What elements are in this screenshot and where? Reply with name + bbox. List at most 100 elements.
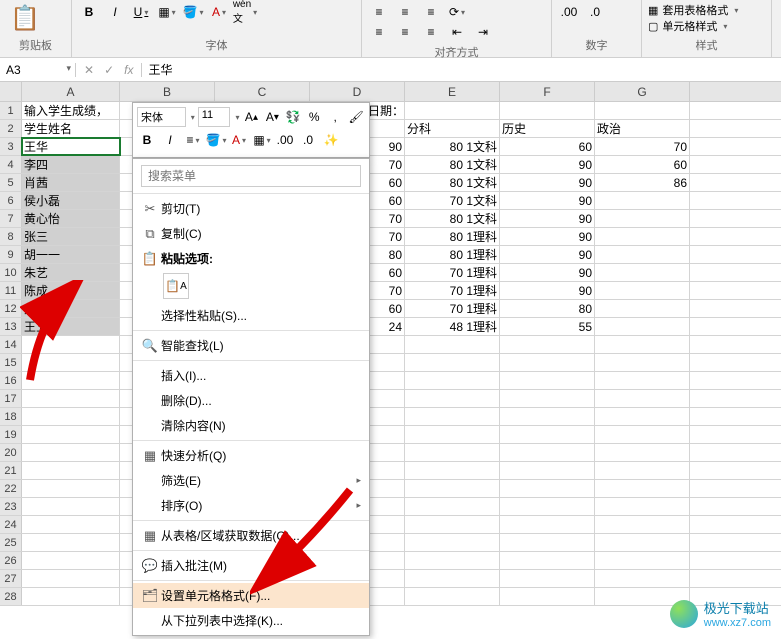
cell[interactable] [500, 552, 595, 569]
row-header[interactable]: 15 [0, 354, 22, 371]
cell[interactable]: 70 [595, 138, 690, 155]
row-header[interactable]: 1 [0, 102, 22, 119]
menu-filter[interactable]: 筛选(E)▸ [133, 468, 369, 493]
cell[interactable] [595, 336, 690, 353]
cell[interactable] [595, 516, 690, 533]
phonetic-button[interactable]: wén 文▾ [234, 2, 256, 22]
cell[interactable]: 陈成 [22, 282, 120, 299]
row-header[interactable]: 13 [0, 318, 22, 335]
cell[interactable] [22, 390, 120, 407]
cell[interactable] [405, 462, 500, 479]
cell[interactable] [22, 426, 120, 443]
cell[interactable] [22, 372, 120, 389]
row-header[interactable]: 19 [0, 426, 22, 443]
align-middle-button[interactable]: ≡ [394, 2, 416, 22]
cell[interactable] [595, 534, 690, 551]
cell[interactable] [500, 444, 595, 461]
cell[interactable] [22, 336, 120, 353]
cell[interactable] [500, 408, 595, 425]
cell[interactable] [500, 462, 595, 479]
underline-button[interactable]: U▾ [130, 2, 152, 22]
cell[interactable]: 80 1文科 [405, 138, 500, 155]
cell[interactable] [595, 462, 690, 479]
menu-cut[interactable]: ✂剪切(T) [133, 196, 369, 221]
cell[interactable]: 黄心怡 [22, 210, 120, 227]
cell[interactable] [595, 498, 690, 515]
cell[interactable]: 80 1理科 [405, 228, 500, 245]
cell[interactable] [595, 372, 690, 389]
mini-italic-button[interactable]: I [160, 130, 180, 150]
mini-decimal-dec-button[interactable]: .00 [275, 130, 295, 150]
row-header[interactable]: 5 [0, 174, 22, 191]
cell[interactable] [595, 210, 690, 227]
cell[interactable] [405, 534, 500, 551]
row-header[interactable]: 9 [0, 246, 22, 263]
decimal-decrease-button[interactable]: .00 [558, 2, 580, 22]
cell[interactable]: 48 1理科 [405, 318, 500, 335]
bold-button[interactable]: B [78, 2, 100, 22]
cell[interactable] [22, 354, 120, 371]
cell[interactable]: 王五 [22, 318, 120, 335]
cell[interactable] [595, 102, 690, 119]
cell[interactable] [500, 372, 595, 389]
row-header[interactable]: 4 [0, 156, 22, 173]
cell[interactable]: 70 1理科 [405, 282, 500, 299]
row-header[interactable]: 18 [0, 408, 22, 425]
cell[interactable] [595, 246, 690, 263]
cell[interactable] [595, 480, 690, 497]
paste-option-default[interactable]: 📋A [163, 273, 189, 299]
cell[interactable] [595, 282, 690, 299]
row-header[interactable]: 14 [0, 336, 22, 353]
formula-input[interactable]: 王华 [142, 61, 781, 78]
menu-copy[interactable]: ⧉复制(C) [133, 221, 369, 246]
cell[interactable]: 70 1文科 [405, 192, 500, 209]
paste-button[interactable]: 📋 [6, 2, 44, 35]
cell[interactable]: 侯小磊 [22, 192, 120, 209]
cell[interactable] [500, 570, 595, 587]
cell[interactable] [500, 534, 595, 551]
cell[interactable]: 历史 [500, 120, 595, 137]
cell[interactable] [595, 570, 690, 587]
cell[interactable] [500, 588, 595, 605]
row-header[interactable]: 16 [0, 372, 22, 389]
menu-format-cells[interactable]: 🗂设置单元格格式(F)... [133, 583, 369, 608]
cell[interactable] [405, 336, 500, 353]
col-header-D[interactable]: D [310, 82, 405, 101]
cell[interactable]: 政治 [595, 120, 690, 137]
mini-styles-button[interactable]: ✨ [321, 130, 341, 150]
row-header[interactable]: 23 [0, 498, 22, 515]
cell[interactable]: 输入学生成绩， [22, 102, 120, 119]
cell[interactable] [405, 552, 500, 569]
cell[interactable] [595, 228, 690, 245]
menu-insert[interactable]: 插入(I)... [133, 363, 369, 388]
cell[interactable]: 李四 [22, 156, 120, 173]
cell[interactable] [405, 390, 500, 407]
cell[interactable] [405, 570, 500, 587]
mini-font-color-button[interactable]: A▾ [229, 130, 249, 150]
cell[interactable] [22, 408, 120, 425]
row-header[interactable]: 25 [0, 534, 22, 551]
cell[interactable] [595, 192, 690, 209]
cell[interactable]: 90 [500, 282, 595, 299]
cell[interactable] [595, 318, 690, 335]
align-bottom-button[interactable]: ≡ [420, 2, 442, 22]
mini-bold-button[interactable]: B [137, 130, 157, 150]
select-all-corner[interactable] [0, 82, 22, 101]
row-header[interactable]: 8 [0, 228, 22, 245]
cell[interactable]: 胡一一 [22, 246, 120, 263]
cell[interactable]: 90 [500, 192, 595, 209]
align-right-button[interactable]: ≡ [420, 22, 442, 42]
align-left-button[interactable]: ≡ [368, 22, 390, 42]
decimal-increase-button[interactable]: .0 [584, 2, 606, 22]
cell[interactable]: 90 [500, 228, 595, 245]
cell[interactable] [22, 552, 120, 569]
mini-border-button[interactable]: ▦▾ [252, 130, 272, 150]
menu-clear[interactable]: 清除内容(N) [133, 413, 369, 438]
cell[interactable]: 55 [500, 318, 595, 335]
cell[interactable]: 90 [500, 156, 595, 173]
cell[interactable]: 60 [500, 138, 595, 155]
menu-insert-comment[interactable]: 💬插入批注(M) [133, 553, 369, 578]
mini-font-grow-button[interactable]: A▴ [242, 107, 260, 127]
cell[interactable]: 分科 [405, 120, 500, 137]
cell[interactable] [500, 498, 595, 515]
